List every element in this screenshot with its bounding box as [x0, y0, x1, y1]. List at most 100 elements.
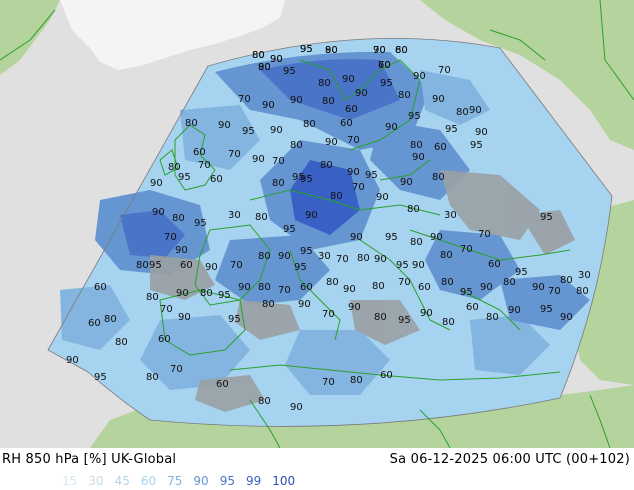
contour-label: 90: [175, 245, 188, 256]
contour-label: 80: [258, 396, 271, 407]
contour-label: 95: [294, 262, 307, 273]
contour-label: 80: [440, 250, 453, 261]
contour-label: 80: [252, 50, 265, 61]
contour-label: 60: [418, 282, 431, 293]
contour-label: 70: [438, 65, 451, 76]
contour-label: 95: [540, 304, 553, 315]
contour-label: 90: [325, 137, 338, 148]
contour-label: 90: [205, 262, 218, 273]
contour-label: 90: [270, 125, 283, 136]
contour-label: 80: [146, 292, 159, 303]
contour-label: 90: [412, 152, 425, 163]
contour-label: 80: [146, 372, 159, 383]
weather-map: 80 9095 90 70608090 9580 909095807090 90 806090…: [0, 0, 634, 448]
contour-label: 70: [228, 149, 241, 160]
contour-label: 80: [357, 253, 370, 264]
contour-label: 60: [180, 260, 193, 271]
contour-label: 70: [170, 364, 183, 375]
contour-label: 80: [398, 90, 411, 101]
contour-label: 30: [578, 270, 591, 281]
contour-label: 90: [342, 74, 355, 85]
contour-label: 80: [272, 178, 285, 189]
contour-label: 95: [292, 172, 305, 183]
contour-label: 90: [262, 100, 275, 111]
contour-label: 80: [407, 204, 420, 215]
contour-label: 80: [432, 172, 445, 183]
legend-item: 30: [88, 474, 104, 488]
contour-label: 70: [164, 232, 177, 243]
contour-label: 80: [115, 337, 128, 348]
contour-label: 90: [278, 251, 291, 262]
contour-label: 70: [278, 285, 291, 296]
contour-label: 70: [336, 254, 349, 265]
legend-item: 75: [167, 474, 183, 488]
contour-label: 90: [152, 207, 165, 218]
contour-label: 80: [374, 312, 387, 323]
contour-label: 80: [456, 107, 469, 118]
contour-label: 90: [355, 88, 368, 99]
legend-item: 95: [219, 474, 235, 488]
contour-label: 60: [216, 379, 229, 390]
contour-label: 70: [238, 94, 251, 105]
contour-label: 90: [532, 282, 545, 293]
contour-label: 90: [430, 232, 443, 243]
contour-label: 70: [322, 377, 335, 388]
footer: RH 850 hPa [%] UK-Global Sa 06-12-2025 0…: [0, 448, 634, 490]
contour-label: 80: [442, 317, 455, 328]
contour-label: 60: [345, 104, 358, 115]
contour-label: 90: [252, 154, 265, 165]
contour-label: 95: [398, 315, 411, 326]
contour-label: 95: [445, 124, 458, 135]
legend-item: 15: [62, 474, 78, 488]
contour-label: 80: [326, 277, 339, 288]
color-legend: 15 30 45 60 75 90 95 99 100: [62, 474, 306, 488]
contour-label: 95: [470, 140, 483, 151]
contour-label: 90: [238, 282, 251, 293]
contour-label: 80: [322, 96, 335, 107]
contour-label: 90: [178, 312, 191, 323]
contour-label: 60: [300, 282, 313, 293]
contour-label: 80: [290, 140, 303, 151]
contour-label: 90: [560, 312, 573, 323]
contour-label: 95: [149, 260, 162, 271]
contour-label: 80: [258, 62, 271, 73]
contour-label: 95: [385, 232, 398, 243]
contour-label: 60: [210, 174, 223, 185]
contour-label: 95: [396, 260, 409, 271]
contour-label: 90: [348, 302, 361, 313]
contour-label: 80: [303, 119, 316, 130]
contour-label: 60: [193, 147, 206, 158]
contour-label: 80: [258, 282, 271, 293]
contour-label: 95: [515, 267, 528, 278]
contour-label: 70: [460, 244, 473, 255]
valid-time-label: Sa 06-12-2025 06:00 UTC (00+102): [389, 452, 630, 467]
legend-item: 45: [114, 474, 130, 488]
contour-label: 90: [270, 54, 283, 65]
contour-label: 90: [400, 177, 413, 188]
contour-label: 90: [290, 95, 303, 106]
contour-label: 80: [486, 312, 499, 323]
contour-label: 95: [283, 224, 296, 235]
contour-label: 70: [548, 286, 561, 297]
contour-label: 90: [475, 127, 488, 138]
contour-label: 95: [194, 218, 207, 229]
contour-label: 80: [172, 213, 185, 224]
contour-label: 80: [325, 45, 338, 56]
legend-item: 100: [272, 474, 296, 488]
contour-label: 70: [347, 135, 360, 146]
contour-label: 90: [420, 308, 433, 319]
contour-label: 70: [230, 260, 243, 271]
contour-label: 70: [160, 304, 173, 315]
contour-label: 80: [330, 191, 343, 202]
contour-label: 95: [365, 170, 378, 181]
contour-label: 80: [350, 375, 363, 386]
contour-label: 95: [178, 172, 191, 183]
contour-label: 70: [378, 60, 391, 71]
contour-label: 90: [373, 45, 386, 56]
contour-label: 90: [480, 282, 493, 293]
contour-label: 90: [508, 305, 521, 316]
contour-label: 70: [198, 160, 211, 171]
contour-label: 90: [176, 288, 189, 299]
contour-label: 60: [340, 118, 353, 129]
contour-label: 60: [380, 370, 393, 381]
